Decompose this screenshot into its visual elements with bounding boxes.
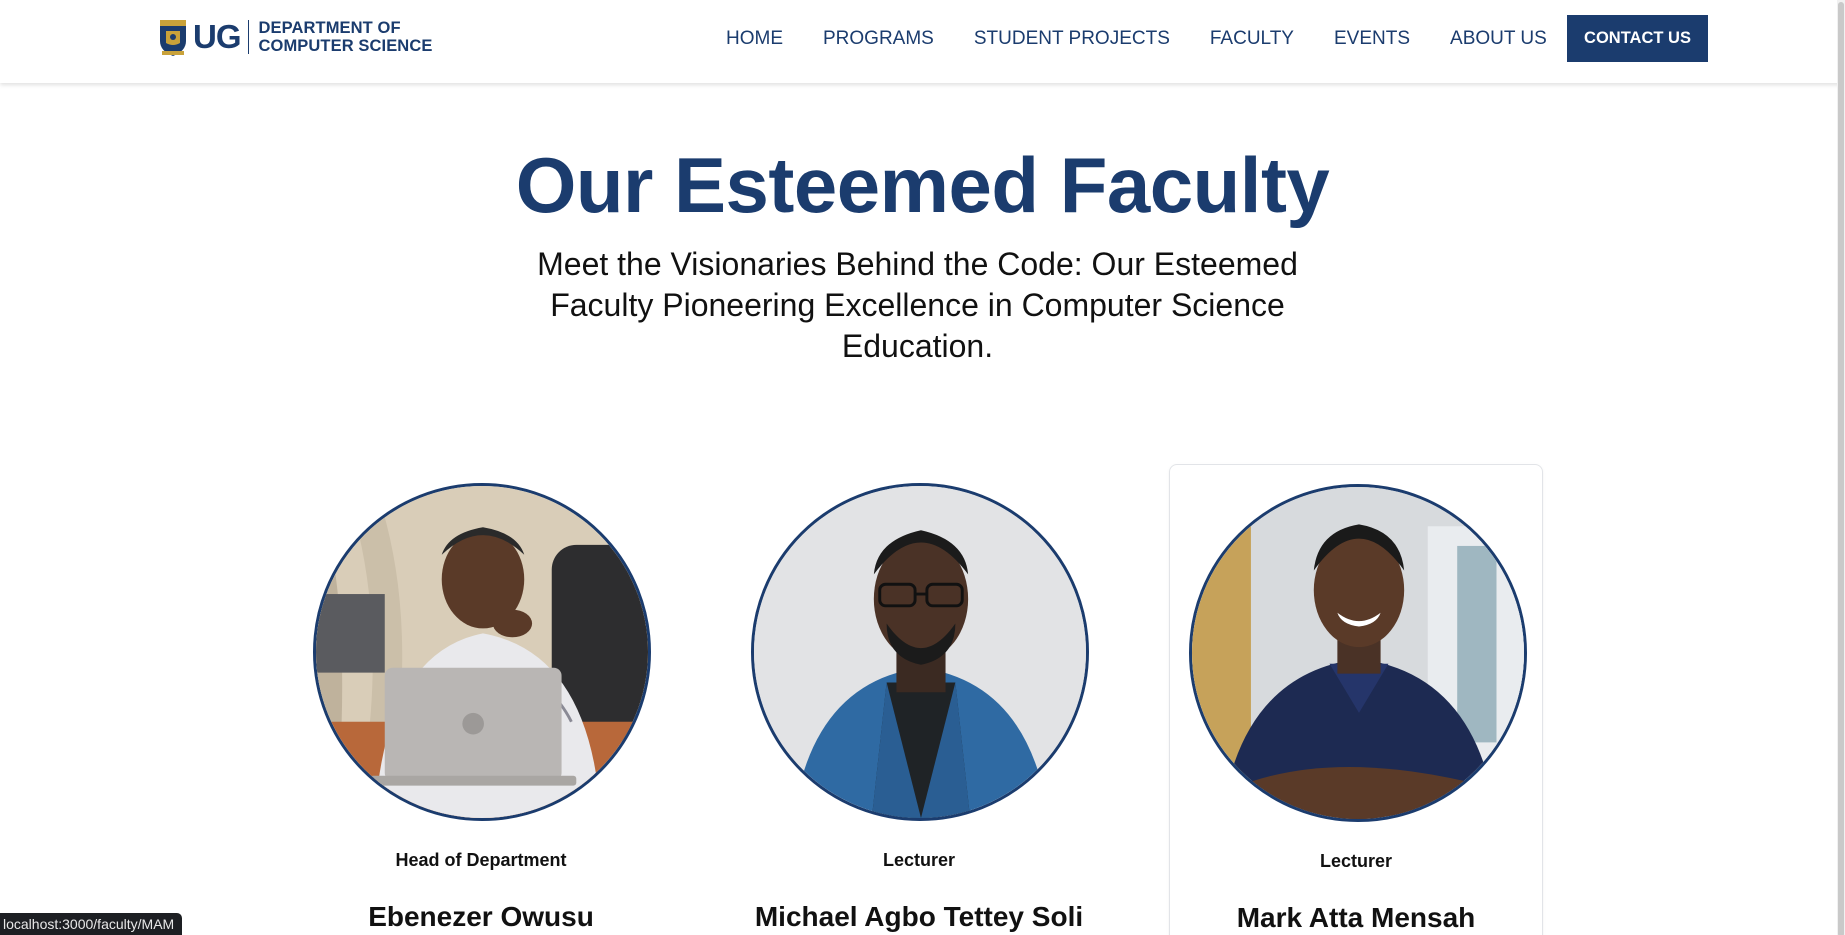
nav-programs[interactable]: PROGRAMS <box>823 26 934 52</box>
faculty-name: Michael Agbo Tettey Soli <box>754 901 1084 932</box>
faculty-role: Lecturer <box>1319 851 1393 871</box>
contact-us-button[interactable]: CONTACT US <box>1567 15 1708 62</box>
faculty-photo <box>1189 484 1527 822</box>
logo-divider <box>247 20 249 54</box>
faculty-card[interactable]: Lecturer Michael Agbo Tettey Soli <box>732 464 1106 935</box>
nav-faculty[interactable]: FACULTY <box>1210 26 1294 52</box>
nav-home[interactable]: HOME <box>726 26 783 52</box>
page-title: Our Esteemed Faculty <box>515 141 1330 229</box>
nav-student-projects[interactable]: STUDENT PROJECTS <box>974 26 1170 52</box>
faculty-card[interactable]: Lecturer Mark Atta Mensah <box>1169 464 1543 935</box>
portrait-blue-blazer-image <box>754 486 1086 818</box>
main-nav: HOME PROGRAMS STUDENT PROJECTS FACULTY E… <box>726 26 1547 52</box>
faculty-photo <box>313 483 651 821</box>
portrait-with-laptop-image <box>316 486 648 818</box>
faculty-photo <box>751 483 1089 821</box>
faculty-name: Mark Atta Mensah <box>1236 902 1476 933</box>
page-scrollbar[interactable] <box>1837 0 1845 935</box>
faculty-name: Ebenezer Owusu <box>368 901 594 932</box>
faculty-role: Head of Department <box>395 850 567 870</box>
logo-text: DEPARTMENT OF COMPUTER SCIENCE <box>259 19 433 55</box>
scrollbar-thumb[interactable] <box>1838 2 1844 935</box>
site-header: UG DEPARTMENT OF COMPUTER SCIENCE HOME P… <box>0 0 1845 83</box>
faculty-role: Lecturer <box>882 850 956 870</box>
page-subtitle: Meet the Visionaries Behind the Code: Ou… <box>537 246 1298 364</box>
nav-about-us[interactable]: ABOUT US <box>1450 26 1547 52</box>
logo-mark: UG <box>193 18 241 55</box>
faculty-card[interactable]: Head of Department Ebenezer Owusu <box>294 464 668 935</box>
ug-crest-icon <box>160 20 186 56</box>
link-preview-status: localhost:3000/faculty/MAM <box>0 913 183 935</box>
logo-line-1: DEPARTMENT OF <box>258 19 401 37</box>
department-logo[interactable]: UG DEPARTMENT OF COMPUTER SCIENCE <box>158 16 432 58</box>
logo-line-2: COMPUTER SCIENCE <box>258 37 433 55</box>
portrait-navy-polo-image <box>1192 487 1524 819</box>
nav-events[interactable]: EVENTS <box>1334 26 1410 52</box>
